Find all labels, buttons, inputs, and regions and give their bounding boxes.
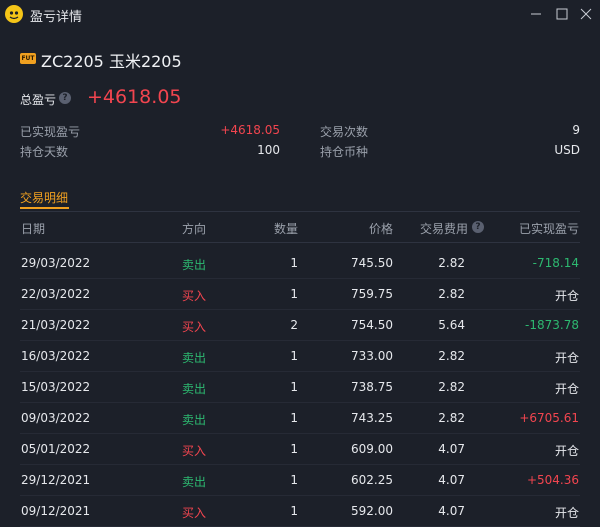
cell-fee: 2.82 bbox=[438, 256, 465, 270]
cell-price: 743.25 bbox=[351, 411, 393, 425]
table-row[interactable]: 15/03/2022 卖出 1 738.75 2.82 开仓 bbox=[0, 372, 600, 403]
cell-date: 05/01/2022 bbox=[21, 442, 91, 456]
cell-realized-pnl: 开仓 bbox=[554, 444, 579, 458]
cell-price: 759.75 bbox=[351, 287, 393, 301]
cell-date: 22/03/2022 bbox=[21, 287, 91, 301]
cell-direction: 卖出 bbox=[182, 413, 207, 427]
cell-fee: 4.07 bbox=[438, 442, 465, 456]
column-header-direction: 方向 bbox=[182, 222, 207, 236]
help-icon[interactable]: ? bbox=[59, 92, 71, 104]
cell-realized-pnl: 开仓 bbox=[554, 351, 579, 365]
total-pnl-value: +4618.05 bbox=[87, 86, 182, 108]
currency-value: USD bbox=[554, 143, 580, 157]
title-bar: 盈亏详情 bbox=[0, 0, 600, 28]
cell-price: 602.25 bbox=[351, 473, 393, 487]
cell-direction: 买入 bbox=[182, 506, 207, 520]
cell-direction: 卖出 bbox=[182, 258, 207, 272]
cell-fee: 2.82 bbox=[438, 349, 465, 363]
currency-label: 持仓币种 bbox=[320, 145, 369, 159]
cell-fee: 2.82 bbox=[438, 411, 465, 425]
cell-direction: 买入 bbox=[182, 320, 207, 334]
cell-date: 29/12/2021 bbox=[21, 473, 91, 487]
column-header-date: 日期 bbox=[21, 222, 46, 236]
maximize-icon[interactable] bbox=[552, 4, 572, 24]
table-row[interactable]: 29/03/2022 卖出 1 745.50 2.82 -718.14 bbox=[0, 248, 600, 279]
cell-date: 15/03/2022 bbox=[21, 380, 91, 394]
table-row[interactable]: 29/12/2021 卖出 1 602.25 4.07 +504.36 bbox=[0, 465, 600, 496]
futures-badge: FUT bbox=[20, 53, 36, 64]
cell-price: 745.50 bbox=[351, 256, 393, 270]
tab-active-indicator bbox=[20, 207, 69, 209]
cell-fee: 2.82 bbox=[438, 287, 465, 301]
cell-realized-pnl: -718.14 bbox=[532, 256, 579, 270]
cell-direction: 卖出 bbox=[182, 475, 207, 489]
realized-pnl-label: 已实现盈亏 bbox=[20, 125, 81, 139]
cell-realized-pnl: +6705.61 bbox=[519, 411, 579, 425]
cell-realized-pnl: 开仓 bbox=[554, 289, 579, 303]
cell-quantity: 1 bbox=[290, 504, 298, 518]
cell-quantity: 1 bbox=[290, 256, 298, 270]
cell-date: 29/03/2022 bbox=[21, 256, 91, 270]
cell-date: 09/12/2021 bbox=[21, 504, 91, 518]
cell-date: 21/03/2022 bbox=[21, 318, 91, 332]
minimize-icon[interactable] bbox=[526, 4, 546, 24]
table-row[interactable]: 21/03/2022 买入 2 754.50 5.64 -1873.78 bbox=[0, 310, 600, 341]
cell-direction: 买入 bbox=[182, 289, 207, 303]
cell-quantity: 1 bbox=[290, 380, 298, 394]
column-header-price: 价格 bbox=[368, 222, 393, 236]
cell-fee: 4.07 bbox=[438, 504, 465, 518]
cell-quantity: 1 bbox=[290, 411, 298, 425]
cell-realized-pnl: 开仓 bbox=[554, 506, 579, 520]
cell-price: 609.00 bbox=[351, 442, 393, 456]
cell-realized-pnl: 开仓 bbox=[554, 382, 579, 396]
cell-direction: 卖出 bbox=[182, 351, 207, 365]
table-row[interactable]: 09/03/2022 卖出 1 743.25 2.82 +6705.61 bbox=[0, 403, 600, 434]
cell-quantity: 1 bbox=[290, 473, 298, 487]
instrument-name: ZC2205 玉米2205 bbox=[41, 52, 182, 71]
realized-pnl-value: +4618.05 bbox=[220, 123, 280, 137]
cell-fee: 4.07 bbox=[438, 473, 465, 487]
cell-quantity: 1 bbox=[290, 442, 298, 456]
header-divider bbox=[20, 242, 580, 243]
cell-price: 754.50 bbox=[351, 318, 393, 332]
column-header-fee: 交易费用 bbox=[419, 222, 468, 236]
cell-direction: 买入 bbox=[182, 444, 207, 458]
total-pnl-label: 总盈亏 bbox=[20, 93, 57, 107]
table-row[interactable]: 05/01/2022 买入 1 609.00 4.07 开仓 bbox=[0, 434, 600, 465]
cell-fee: 5.64 bbox=[438, 318, 465, 332]
holding-days-value: 100 bbox=[257, 143, 280, 157]
tab-divider bbox=[20, 211, 580, 212]
trade-count-value: 9 bbox=[572, 123, 580, 137]
cell-price: 592.00 bbox=[351, 504, 393, 518]
trade-count-label: 交易次数 bbox=[320, 125, 369, 139]
column-header-quantity: 数量 bbox=[273, 222, 298, 236]
cell-fee: 2.82 bbox=[438, 380, 465, 394]
app-logo-icon bbox=[5, 5, 23, 23]
cell-price: 733.00 bbox=[351, 349, 393, 363]
cell-date: 16/03/2022 bbox=[21, 349, 91, 363]
holding-days-label: 持仓天数 bbox=[20, 145, 69, 159]
tab-trade-details[interactable]: 交易明细 bbox=[20, 189, 68, 206]
column-header-realized-pnl: 已实现盈亏 bbox=[518, 222, 579, 236]
close-icon[interactable] bbox=[576, 4, 596, 24]
table-row[interactable]: 22/03/2022 买入 1 759.75 2.82 开仓 bbox=[0, 279, 600, 310]
cell-date: 09/03/2022 bbox=[21, 411, 91, 425]
window-title: 盈亏详情 bbox=[30, 10, 83, 25]
cell-realized-pnl: +504.36 bbox=[526, 473, 579, 487]
table-row[interactable]: 16/03/2022 卖出 1 733.00 2.82 开仓 bbox=[0, 341, 600, 372]
cell-realized-pnl: -1873.78 bbox=[525, 318, 579, 332]
cell-direction: 卖出 bbox=[182, 382, 207, 396]
cell-quantity: 1 bbox=[290, 287, 298, 301]
cell-quantity: 1 bbox=[290, 349, 298, 363]
cell-price: 738.75 bbox=[351, 380, 393, 394]
table-row[interactable]: 09/12/2021 买入 1 592.00 4.07 开仓 bbox=[0, 496, 600, 527]
cell-quantity: 2 bbox=[290, 318, 298, 332]
